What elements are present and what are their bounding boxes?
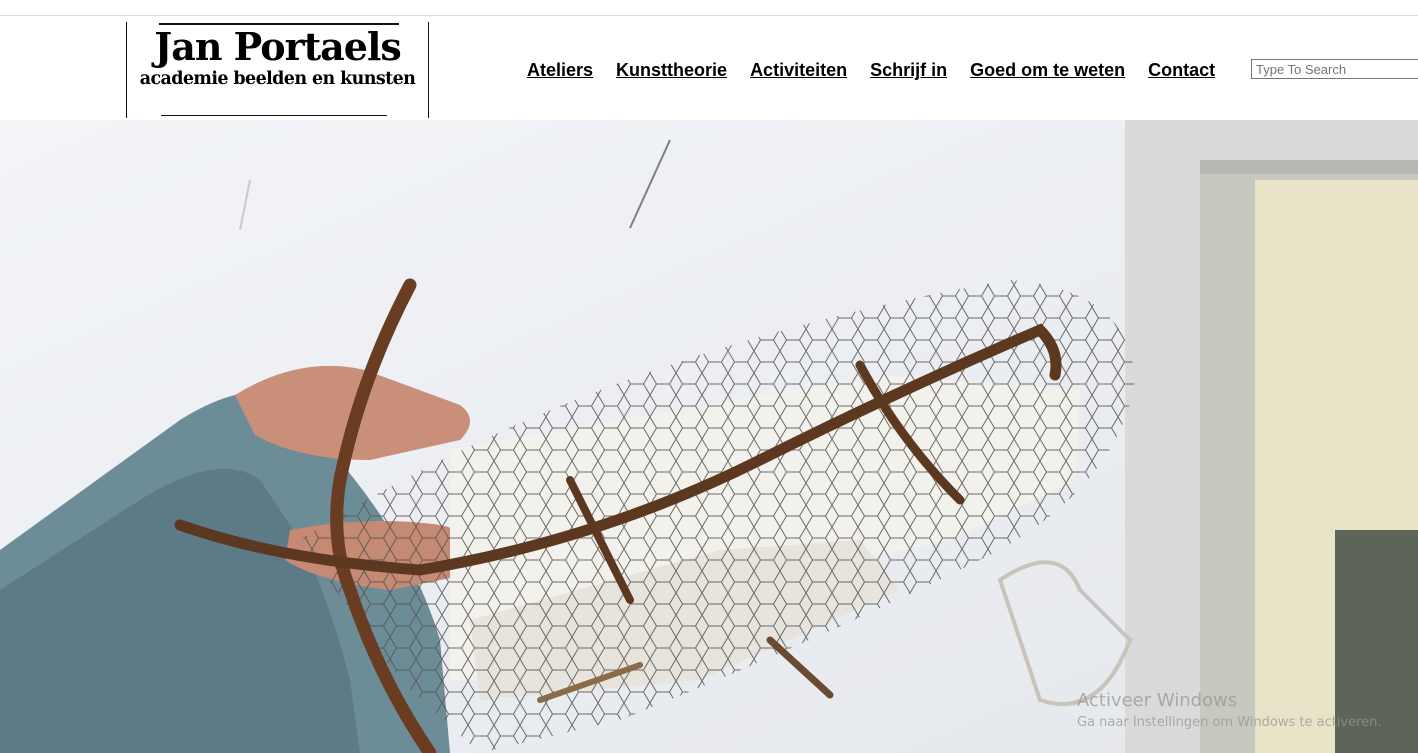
nav-link-kunsttheorie[interactable]: Kunsttheorie [616,59,727,81]
nav-link-schrijf-in[interactable]: Schrijf in [870,59,947,81]
hero-photo [0,120,1418,753]
site-header: Jan Portaels academie beelden en kunsten… [0,16,1418,120]
nav-link-activiteiten[interactable]: Activiteiten [750,59,847,81]
windows-activation-watermark: Activeer Windows Ga naar Instellingen om… [1077,690,1382,732]
logo-title: Jan Portaels [154,24,402,69]
nav-link-contact[interactable]: Contact [1148,59,1215,81]
site-logo[interactable]: Jan Portaels academie beelden en kunsten [126,22,429,118]
search-input[interactable] [1256,62,1416,77]
hero-image [0,120,1418,753]
logo-rule-bottom [161,114,387,116]
nav-link-ateliers[interactable]: Ateliers [527,59,593,81]
main-nav: Ateliers Kunsttheorie Activiteiten Schri… [527,59,1215,81]
search-box [1251,59,1418,79]
logo-subtitle: academie beelden en kunsten [139,69,416,89]
watermark-title: Activeer Windows [1077,690,1238,711]
watermark-subtitle: Ga naar Instellingen om Windows te activ… [1077,715,1382,730]
nav-link-goed-om-te-weten[interactable]: Goed om te weten [970,59,1125,81]
